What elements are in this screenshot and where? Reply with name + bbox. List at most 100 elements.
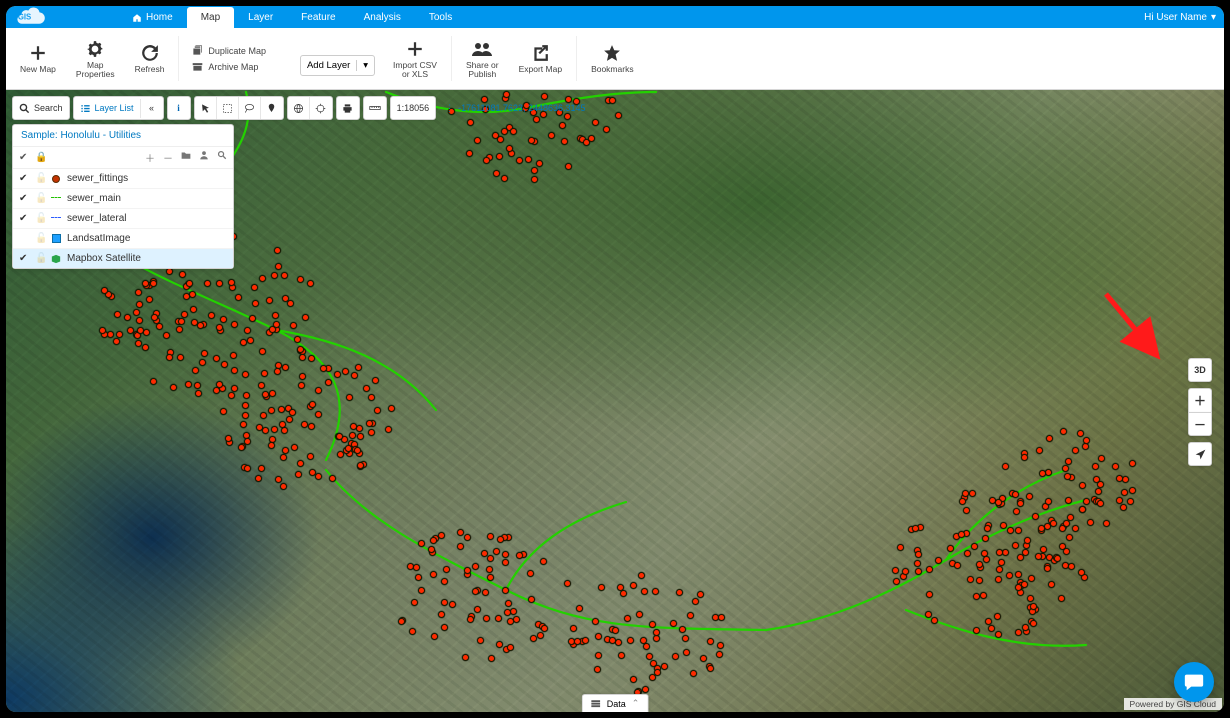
fitting-point[interactable] xyxy=(565,163,572,170)
toggle-all-lock-button[interactable]: 🔒 xyxy=(35,152,47,163)
fitting-point[interactable] xyxy=(457,529,464,536)
fitting-point[interactable] xyxy=(954,562,961,569)
fitting-point[interactable] xyxy=(592,618,599,625)
fitting-point[interactable] xyxy=(430,537,437,544)
layer-lock-toggle[interactable]: 🔓 xyxy=(35,253,45,264)
fitting-point[interactable] xyxy=(1017,500,1024,507)
fitting-point[interactable] xyxy=(192,367,199,374)
fitting-point[interactable] xyxy=(1015,584,1022,591)
user-menu[interactable]: Hi User Name ▾ xyxy=(1144,6,1216,28)
fitting-point[interactable] xyxy=(315,387,322,394)
fitting-point[interactable] xyxy=(231,367,238,374)
coordinates-display[interactable]: -17611081.7623, 2448636.3145 xyxy=(439,96,591,120)
fitting-point[interactable] xyxy=(1098,455,1105,462)
fitting-point[interactable] xyxy=(985,618,992,625)
fitting-point[interactable] xyxy=(1129,487,1136,494)
fitting-point[interactable] xyxy=(1048,581,1055,588)
fitting-point[interactable] xyxy=(507,644,514,651)
fitting-point[interactable] xyxy=(320,365,327,372)
fitting-point[interactable] xyxy=(893,578,900,585)
fitting-point[interactable] xyxy=(258,465,265,472)
fitting-point[interactable] xyxy=(574,638,581,645)
fitting-point[interactable] xyxy=(630,676,637,683)
fitting-point[interactable] xyxy=(487,533,494,540)
fitting-point[interactable] xyxy=(114,311,121,318)
tab-feature[interactable]: Feature xyxy=(287,7,349,28)
fitting-point[interactable] xyxy=(431,633,438,640)
fitting-point[interactable] xyxy=(216,280,223,287)
fitting-point[interactable] xyxy=(1062,465,1069,472)
fitting-point[interactable] xyxy=(1079,506,1086,513)
fitting-point[interactable] xyxy=(274,368,281,375)
fitting-point[interactable] xyxy=(357,433,364,440)
fitting-point[interactable] xyxy=(995,631,1002,638)
fitting-point[interactable] xyxy=(441,624,448,631)
fitting-point[interactable] xyxy=(1121,489,1128,496)
fitting-point[interactable] xyxy=(963,507,970,514)
fitting-point[interactable] xyxy=(536,160,543,167)
fitting-point[interactable] xyxy=(231,321,238,328)
fitting-point[interactable] xyxy=(315,411,322,418)
fitting-point[interactable] xyxy=(156,323,163,330)
collapse-panel-button[interactable]: « xyxy=(141,97,163,119)
fitting-point[interactable] xyxy=(135,340,142,347)
fitting-point[interactable] xyxy=(143,329,150,336)
fitting-point[interactable] xyxy=(638,572,645,579)
fitting-point[interactable] xyxy=(497,136,504,143)
fitting-point[interactable] xyxy=(259,348,266,355)
fitting-point[interactable] xyxy=(1039,470,1046,477)
fitting-point[interactable] xyxy=(467,616,474,623)
fitting-point[interactable] xyxy=(163,332,170,339)
fitting-point[interactable] xyxy=(1077,430,1084,437)
fitting-point[interactable] xyxy=(548,132,555,139)
fitting-point[interactable] xyxy=(958,531,965,538)
fitting-point[interactable] xyxy=(101,287,108,294)
fitting-point[interactable] xyxy=(501,175,508,182)
layer-visibility-toggle[interactable]: ✔ xyxy=(19,173,29,184)
fitting-point[interactable] xyxy=(482,589,489,596)
fitting-point[interactable] xyxy=(142,344,149,351)
fitting-point[interactable] xyxy=(540,558,547,565)
fitting-point[interactable] xyxy=(275,263,282,270)
fitting-point[interactable] xyxy=(183,293,190,300)
fitting-point[interactable] xyxy=(329,475,336,482)
fitting-point[interactable] xyxy=(1030,620,1037,627)
fitting-point[interactable] xyxy=(507,618,514,625)
fitting-point[interactable] xyxy=(700,655,707,662)
fitting-point[interactable] xyxy=(496,153,503,160)
layer-user-button[interactable] xyxy=(199,150,209,165)
zoom-to-layer-button[interactable] xyxy=(217,150,227,165)
fitting-point[interactable] xyxy=(1063,548,1070,555)
fitting-point[interactable] xyxy=(495,615,502,622)
fitting-point[interactable] xyxy=(271,426,278,433)
fitting-point[interactable] xyxy=(483,615,490,622)
layer-lock-toggle[interactable]: 🔓 xyxy=(35,213,45,224)
fitting-point[interactable] xyxy=(620,590,627,597)
layer-row[interactable]: 🔓LandsatImage xyxy=(13,229,233,249)
fitting-point[interactable] xyxy=(1026,493,1033,500)
fitting-point[interactable] xyxy=(1127,498,1134,505)
fitting-point[interactable] xyxy=(220,408,227,415)
fitting-point[interactable] xyxy=(286,416,293,423)
fitting-point[interactable] xyxy=(194,382,201,389)
fitting-point[interactable] xyxy=(527,570,534,577)
fitting-point[interactable] xyxy=(630,582,637,589)
fitting-point[interactable] xyxy=(195,390,202,397)
fitting-point[interactable] xyxy=(302,314,309,321)
fitting-point[interactable] xyxy=(1015,629,1022,636)
fitting-point[interactable] xyxy=(1072,447,1079,454)
fitting-point[interactable] xyxy=(481,550,488,557)
fitting-point[interactable] xyxy=(926,566,933,573)
fitting-point[interactable] xyxy=(443,566,450,573)
fitting-point[interactable] xyxy=(1015,527,1022,534)
layer-list-button[interactable]: Layer List xyxy=(74,99,141,118)
fitting-point[interactable] xyxy=(278,406,285,413)
fitting-point[interactable] xyxy=(457,543,464,550)
fitting-point[interactable] xyxy=(438,611,445,618)
fitting-point[interactable] xyxy=(247,337,254,344)
fitting-point[interactable] xyxy=(1078,569,1085,576)
fitting-point[interactable] xyxy=(1044,565,1051,572)
fitting-point[interactable] xyxy=(1060,428,1067,435)
fitting-point[interactable] xyxy=(483,157,490,164)
fitting-point[interactable] xyxy=(516,157,523,164)
